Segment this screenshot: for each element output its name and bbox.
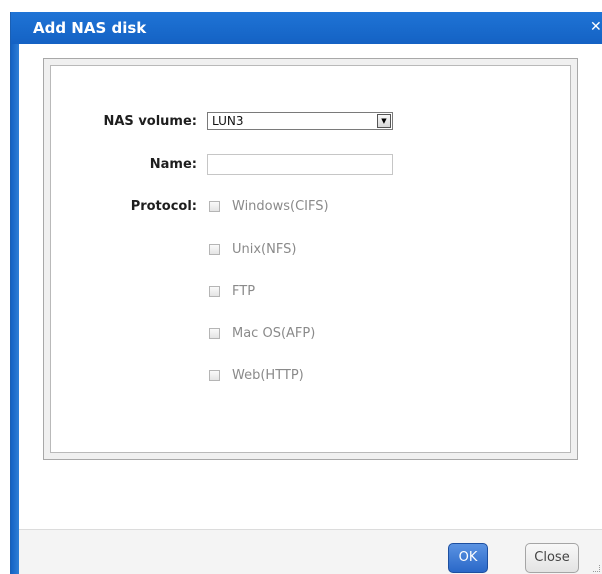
checkbox[interactable]: [209, 370, 220, 381]
resize-grip-icon[interactable]: [593, 565, 600, 572]
protocol-option-label: Unix(NFS): [232, 242, 297, 257]
protocol-option-label: Web(HTTP): [232, 368, 304, 383]
close-button[interactable]: Close: [525, 543, 579, 573]
close-icon[interactable]: ✕: [590, 16, 602, 38]
add-nas-disk-dialog: Add NAS disk ✕ NAS volume: LUN3 ▼ Name: …: [10, 12, 602, 574]
dialog-title: Add NAS disk: [33, 19, 147, 37]
protocol-option-label: Mac OS(AFP): [232, 326, 316, 341]
name-input[interactable]: [207, 154, 393, 175]
dialog-left-border: [11, 44, 19, 574]
dialog-footer: OK Close: [19, 529, 602, 574]
form-panel: NAS volume: LUN3 ▼ Name: Protocol: Windo…: [43, 58, 578, 460]
protocol-option-label: Windows(CIFS): [232, 199, 329, 214]
checkbox[interactable]: [209, 328, 220, 339]
checkbox[interactable]: [209, 201, 220, 212]
form-panel-inner: NAS volume: LUN3 ▼ Name: Protocol: Windo…: [50, 65, 571, 453]
name-label: Name:: [149, 157, 197, 172]
dialog-content: NAS volume: LUN3 ▼ Name: Protocol: Windo…: [19, 44, 602, 529]
ok-button[interactable]: OK: [448, 543, 488, 573]
nas-volume-value: LUN3: [212, 114, 244, 128]
checkbox[interactable]: [209, 286, 220, 297]
nas-volume-label: NAS volume:: [103, 114, 197, 129]
dialog-titlebar[interactable]: Add NAS disk ✕: [11, 12, 602, 44]
chevron-down-icon[interactable]: ▼: [377, 114, 391, 128]
checkbox[interactable]: [209, 244, 220, 255]
nas-volume-select[interactable]: LUN3 ▼: [207, 112, 393, 130]
protocol-label: Protocol:: [130, 199, 197, 214]
protocol-option-label: FTP: [232, 284, 256, 299]
